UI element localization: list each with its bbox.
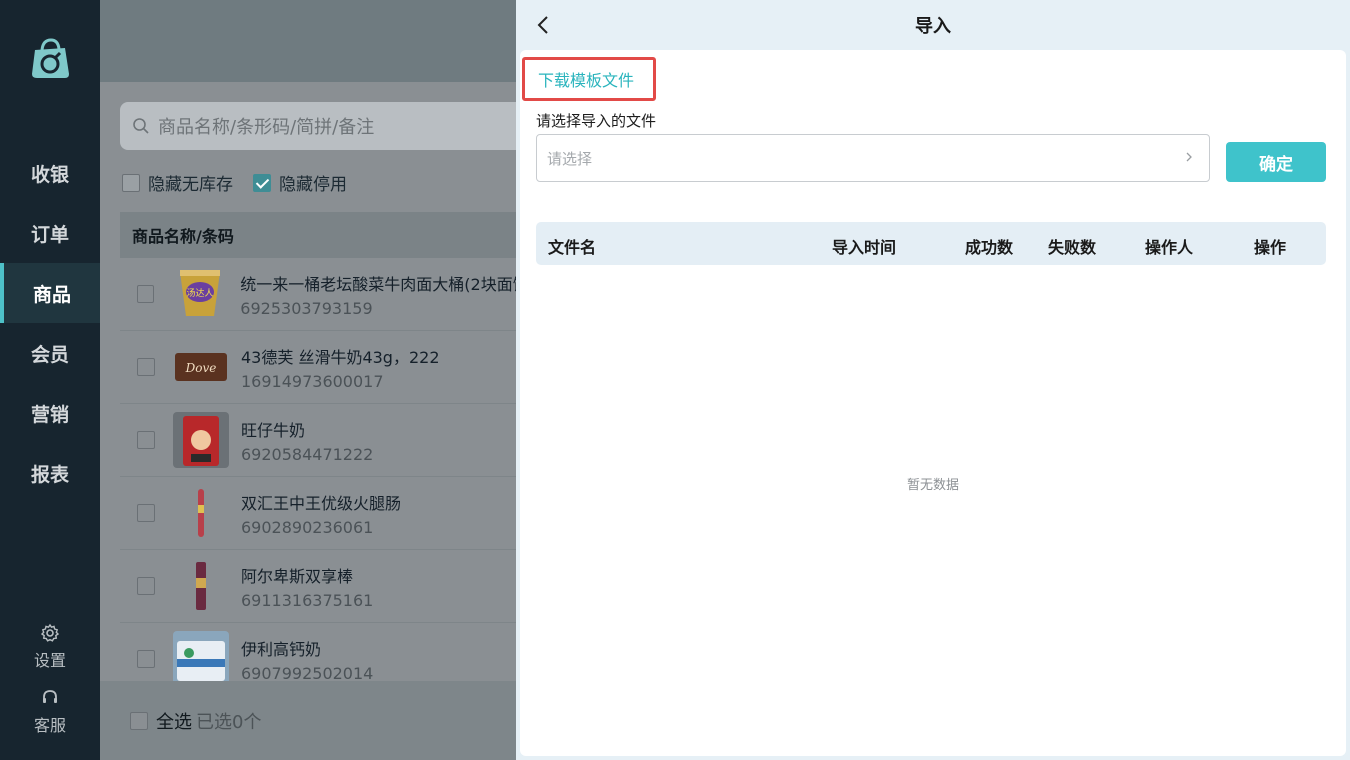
confirm-button[interactable]: 确定: [1226, 142, 1326, 182]
product-thumbnail: [198, 489, 204, 537]
row-checkbox[interactable]: [137, 358, 155, 376]
nav-item-marketing[interactable]: 营销: [0, 383, 100, 443]
nav-label: 收银: [30, 163, 69, 186]
import-history-header: 文件名 导入时间 成功数 失败数 操作人 操作: [536, 222, 1326, 265]
checkbox[interactable]: [122, 173, 140, 192]
support-label: 客服: [33, 716, 66, 735]
column-header-filename: 文件名: [548, 238, 597, 257]
file-select-input[interactable]: 请选择: [536, 134, 1210, 182]
product-thumbnail: Dove: [175, 353, 227, 381]
table-row[interactable]: 旺仔牛奶 6920584471222: [120, 404, 516, 477]
list-footer: 全选 已选0个: [100, 681, 516, 760]
table-row[interactable]: 汤达人 统一来一桶老坛酸菜牛肉面大桶(2块面饼 6925303793159: [120, 258, 516, 331]
checkbox-checked[interactable]: [253, 173, 271, 192]
svg-text:Dove: Dove: [185, 361, 217, 375]
panel-header: 导入: [516, 0, 1350, 50]
nav-label: 订单: [30, 223, 69, 246]
nav-item-products[interactable]: 商品: [0, 263, 100, 323]
filter-label: 隐藏停用: [279, 175, 347, 195]
product-name: 伊利高钙奶: [241, 639, 322, 659]
row-checkbox[interactable]: [137, 577, 155, 595]
table-row[interactable]: Dove 43德芙 丝滑牛奶43g，222 16914973600017: [120, 331, 516, 404]
product-name: 双汇王中王优级火腿肠: [241, 493, 402, 513]
nav-label: 商品: [32, 283, 71, 306]
confirm-label: 确定: [1259, 154, 1293, 175]
headset-icon: [43, 690, 57, 703]
row-checkbox[interactable]: [137, 650, 155, 668]
select-all-label[interactable]: 全选: [156, 708, 192, 734]
download-template-highlight: 下载模板文件: [522, 57, 656, 101]
app-logo-icon: [32, 38, 69, 78]
column-header-fail-count: 失败数: [1048, 238, 1097, 257]
filter-hide-disabled[interactable]: 隐藏停用: [253, 170, 347, 195]
settings-label: 设置: [33, 651, 66, 670]
product-name: 统一来一桶老坛酸菜牛肉面大桶(2块面饼: [240, 274, 516, 294]
filter-label: 隐藏无库存: [148, 175, 233, 195]
download-template-link[interactable]: 下载模板文件: [538, 67, 634, 91]
nav-support[interactable]: 客服: [0, 688, 100, 736]
product-barcode: 6907992502014: [241, 663, 374, 683]
panel-body: 下载模板文件 请选择导入的文件 请选择 确定 文件名 导入时间 成功数 失败数 …: [520, 50, 1346, 756]
file-select-label: 请选择导入的文件: [536, 112, 657, 130]
product-thumbnail: [196, 562, 206, 610]
nav-label: 会员: [30, 343, 69, 366]
column-header-operator: 操作人: [1145, 238, 1194, 257]
select-all-checkbox[interactable]: [130, 711, 148, 730]
product-thumbnail: [173, 631, 229, 687]
product-barcode: 6925303793159: [240, 298, 373, 318]
product-barcode: 6902890236061: [241, 517, 374, 537]
import-panel: 导入 下载模板文件 请选择导入的文件 请选择 确定 文件名 导入时间 成功数 失…: [516, 0, 1350, 760]
table-row[interactable]: 阿尔卑斯双享棒 6911316375161: [120, 550, 516, 623]
row-checkbox[interactable]: [137, 504, 155, 522]
column-header-success-count: 成功数: [965, 238, 1014, 257]
product-name: 阿尔卑斯双享棒: [241, 566, 354, 586]
list-topbar: [100, 0, 516, 82]
svg-text:汤达人: 汤达人: [187, 287, 214, 299]
main-sidebar: 收银 订单 商品 会员 营销 报表 设置 客服: [0, 0, 100, 760]
selected-count: 已选0个: [196, 711, 262, 733]
search-icon: [133, 118, 149, 134]
search-input[interactable]: 商品名称/条形码/简拼/备注: [120, 102, 540, 150]
column-header-import-time: 导入时间: [832, 238, 897, 257]
search-placeholder: 商品名称/条形码/简拼/备注: [158, 117, 375, 138]
file-select-placeholder: 请选择: [547, 149, 593, 168]
product-thumbnail: [173, 412, 229, 468]
nav-label: 报表: [30, 463, 69, 486]
nav-label: 营销: [30, 403, 69, 426]
filter-bar: 隐藏无库存 隐藏停用: [122, 170, 367, 195]
row-checkbox[interactable]: [137, 431, 155, 449]
product-list-area: 商品名称/条形码/简拼/备注 隐藏无库存 隐藏停用 商品名称/条码 汤达人 统一…: [100, 0, 540, 760]
nav-item-members[interactable]: 会员: [0, 323, 100, 383]
product-thumbnail: 汤达人: [180, 270, 221, 316]
product-name: 43德芙 丝滑牛奶43g，222: [241, 347, 440, 367]
nav-item-cashier[interactable]: 收银: [0, 143, 100, 203]
table-row[interactable]: 双汇王中王优级火腿肠 6902890236061: [120, 477, 516, 550]
product-barcode: 16914973600017: [241, 371, 384, 391]
product-barcode: 6911316375161: [241, 590, 374, 610]
product-table-header: 商品名称/条码: [120, 212, 516, 258]
chevron-right-icon: [1186, 152, 1192, 162]
nav-settings[interactable]: 设置: [0, 623, 100, 671]
filter-hide-out-of-stock[interactable]: 隐藏无库存: [122, 170, 233, 195]
column-header-actions: 操作: [1254, 238, 1287, 257]
product-barcode: 6920584471222: [241, 444, 374, 464]
row-checkbox[interactable]: [137, 285, 155, 303]
column-header-name: 商品名称/条码: [132, 227, 234, 246]
gear-icon: [40, 623, 60, 642]
nav-item-reports[interactable]: 报表: [0, 443, 100, 503]
product-name: 旺仔牛奶: [241, 420, 306, 440]
panel-title: 导入: [915, 16, 951, 37]
back-arrow-icon[interactable]: [532, 13, 556, 37]
empty-state-text: 暂无数据: [906, 478, 959, 493]
nav-item-orders[interactable]: 订单: [0, 203, 100, 263]
